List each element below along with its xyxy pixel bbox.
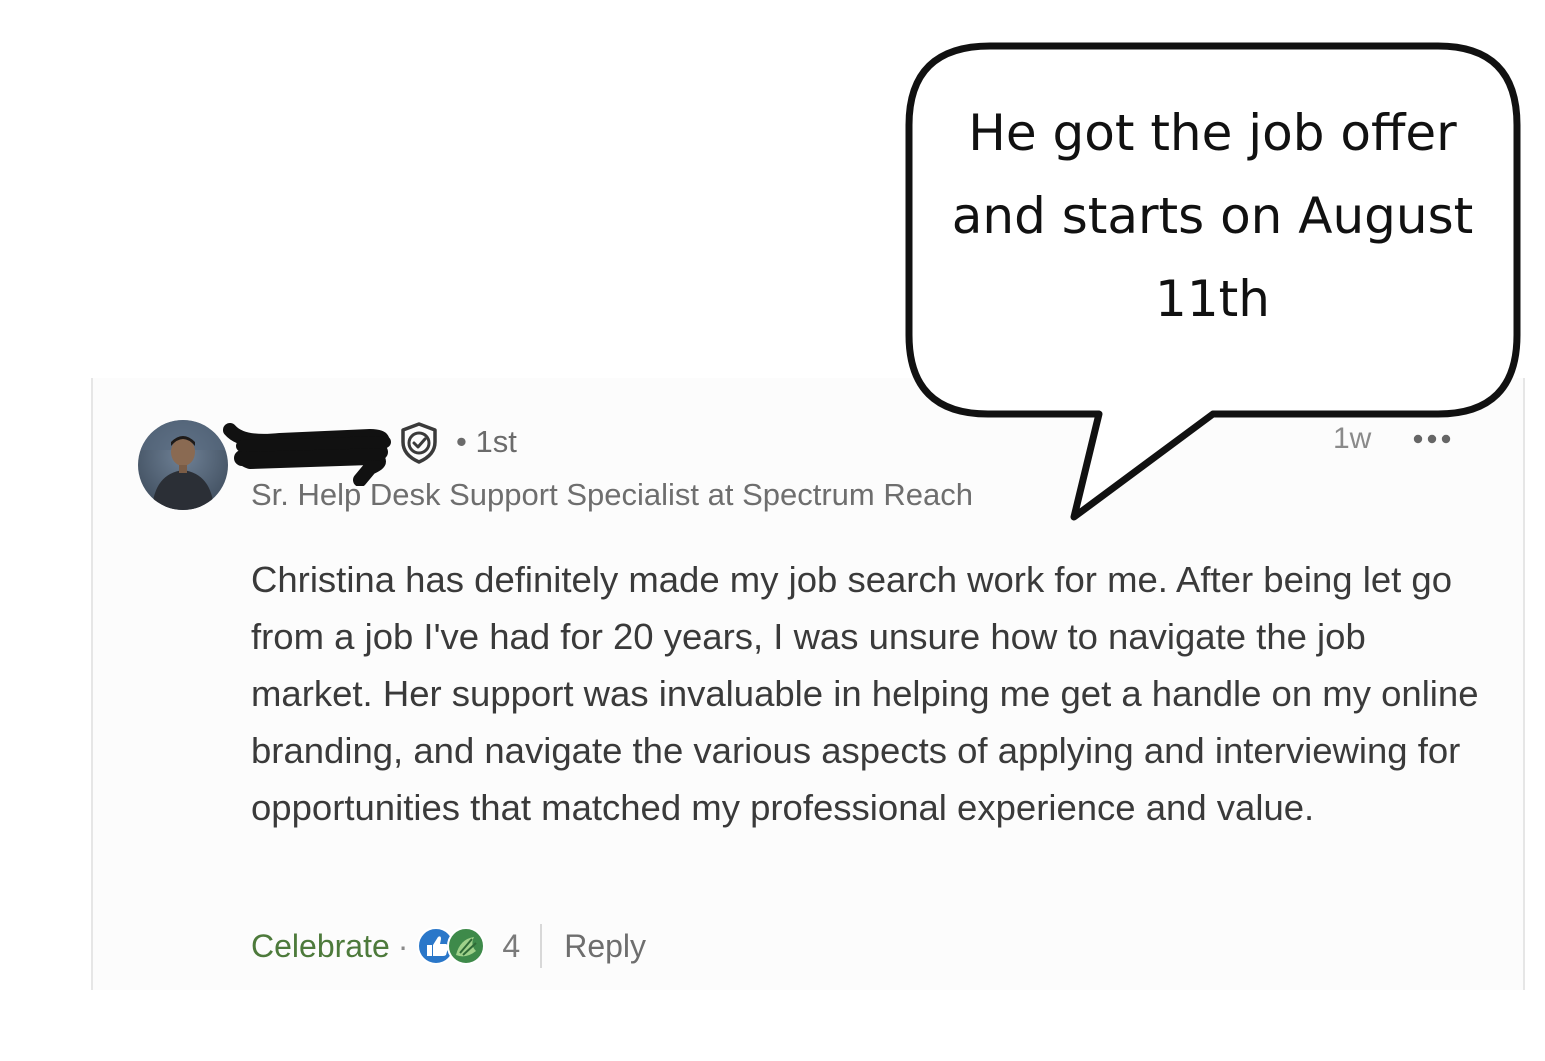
- connection-degree: • 1st: [456, 424, 517, 459]
- reply-button[interactable]: Reply: [564, 928, 646, 965]
- comment-actions: Celebrate · 4 Reply: [251, 922, 646, 970]
- celebrate-reaction-icon: [447, 927, 486, 965]
- speech-bubble-text: He got the job offer and starts on Augus…: [951, 104, 1474, 328]
- action-separator: ·: [397, 927, 409, 964]
- verified-shield-icon: [401, 422, 437, 464]
- comment-timestamp: 1w: [1333, 422, 1372, 455]
- author-headline: Sr. Help Desk Support Specialist at Spec…: [251, 477, 973, 512]
- comment-body: Christina has definitely made my job sea…: [251, 559, 1479, 828]
- avatar-image: [138, 420, 228, 510]
- reaction-count[interactable]: 4: [502, 928, 520, 965]
- actions-divider: [540, 924, 543, 968]
- celebrate-button[interactable]: Celebrate: [251, 928, 390, 965]
- more-options-icon[interactable]: [1410, 424, 1454, 454]
- name-redaction-scribble: [223, 423, 391, 486]
- reaction-icons[interactable]: [416, 925, 492, 967]
- avatar[interactable]: [138, 420, 228, 510]
